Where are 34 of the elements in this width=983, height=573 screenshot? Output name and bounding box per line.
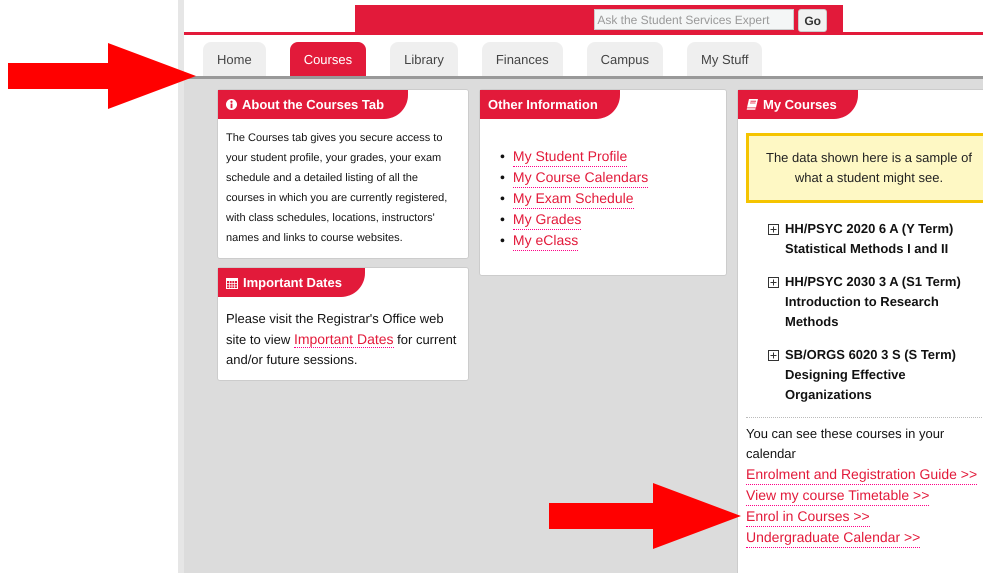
course-link[interactable]: Enrol in Courses >> xyxy=(746,506,870,527)
course-link[interactable]: Undergraduate Calendar >> xyxy=(746,527,920,548)
course-link[interactable]: Enrolment and Registration Guide >> xyxy=(746,464,978,485)
nav-tab[interactable]: Home xyxy=(203,42,266,76)
card-title: Important Dates xyxy=(243,275,342,290)
info-link[interactable]: My Course Calendars xyxy=(512,167,648,188)
about-text: The Courses tab gives you secure access to your student profile, your grades, your exam schedule and a detailed listing of all the courses in which you are currently registered, with class schedules, locations, instructors' names and links to course websites. xyxy=(225,131,448,246)
important-dates-link[interactable]: Important Dates xyxy=(294,331,394,348)
info-link[interactable]: My Grades xyxy=(512,209,582,230)
sample-notice: The data shown here is a sample of what a student might see. xyxy=(746,133,983,203)
calendar-note: You can see these courses in your calendar xyxy=(745,425,946,463)
nav-tab[interactable]: Finances xyxy=(482,42,563,76)
card-title: About the Courses Tab xyxy=(242,97,384,112)
bullet: • xyxy=(500,147,505,166)
info-link[interactable]: My Exam Schedule xyxy=(512,188,634,209)
course-link[interactable]: View my course Timetable >> xyxy=(746,485,930,506)
go-button[interactable]: Go xyxy=(798,9,827,32)
nav-tab[interactable]: Library xyxy=(390,42,458,76)
bullet: • xyxy=(500,231,505,250)
bullet: • xyxy=(500,168,505,187)
course-title: HH/PSYC 2020 6 A (Y Term) Statistical Methods I and II xyxy=(785,220,954,258)
dates-text: Please visit the Registrar's Office web site to view Important Dates for current and/or future sessions. xyxy=(225,310,458,369)
course-title: SB/ORGS 6020 3 S (S Term) Designing Effective Organizations xyxy=(785,346,957,404)
search-field[interactable]: Ask the Student Services Expert xyxy=(594,9,794,30)
info-link[interactable]: My Student Profile xyxy=(512,146,628,167)
info-link[interactable]: My eClass xyxy=(512,230,578,251)
card-title: My Courses xyxy=(763,97,837,112)
course-title: HH/PSYC 2030 3 A (S1 Term) Introduction to Research Methods xyxy=(785,273,962,331)
bullet: • xyxy=(500,210,505,229)
nav-tab[interactable]: My Stuff xyxy=(687,42,762,76)
nav-tab[interactable]: Campus xyxy=(586,42,664,76)
nav-tab[interactable]: Courses xyxy=(290,42,366,76)
card-title: Other Information xyxy=(488,97,598,112)
bullet: • xyxy=(500,189,505,208)
